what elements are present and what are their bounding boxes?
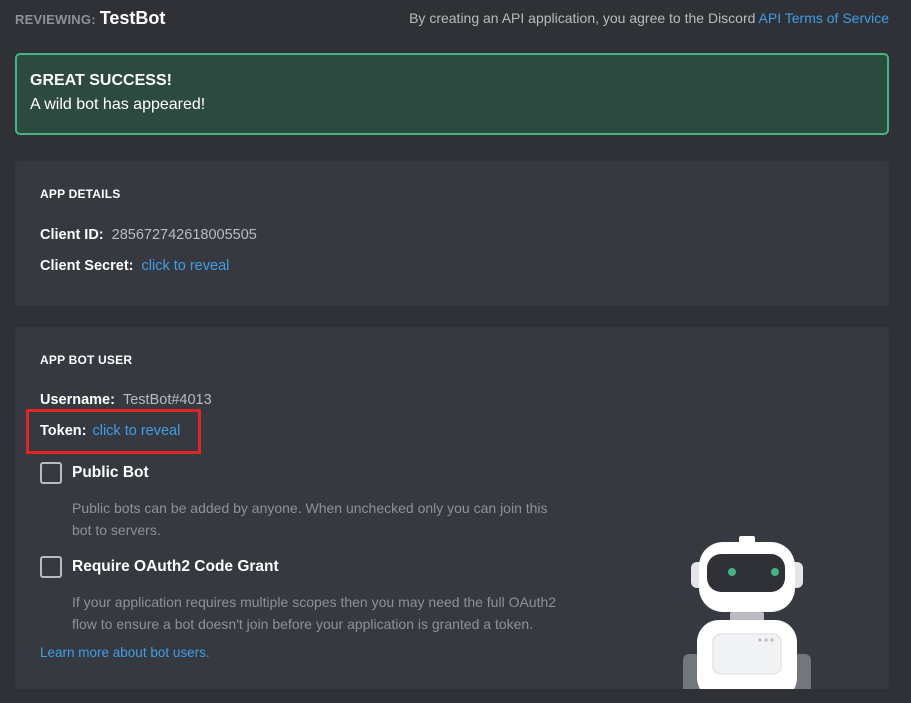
robot-chest-dot — [770, 638, 774, 642]
robot-chest-dot — [764, 638, 768, 642]
developer-portal-page: REVIEWING: TestBot By creating an API ap… — [0, 0, 911, 703]
app-details-card: APP DETAILS Client ID: 28567274261800550… — [15, 161, 889, 306]
app-bot-user-title: APP BOT USER — [40, 353, 133, 367]
terms-notice-text: By creating an API application, you agre… — [409, 10, 756, 26]
token-label: Token: — [40, 423, 87, 439]
public-bot-row: Public Bot — [40, 462, 149, 484]
header-title: REVIEWING: TestBot — [15, 8, 165, 29]
token-reveal-link[interactable]: click to reveal — [92, 423, 180, 439]
success-banner: GREAT SUCCESS! A wild bot has appeared! — [15, 53, 889, 135]
client-id-label: Client ID: — [40, 227, 104, 243]
oauth-code-grant-checkbox[interactable] — [40, 556, 62, 578]
page-header: REVIEWING: TestBot By creating an API ap… — [15, 0, 889, 36]
token-field: Token: click to reveal — [40, 423, 180, 439]
success-title: GREAT SUCCESS! — [30, 72, 172, 89]
public-bot-checkbox[interactable] — [40, 462, 62, 484]
client-secret-reveal-link[interactable]: click to reveal — [142, 258, 230, 274]
public-bot-label[interactable]: Public Bot — [72, 464, 149, 482]
client-id-field: Client ID: 285672742618005505 — [40, 227, 257, 243]
app-name: TestBot — [99, 7, 166, 28]
robot-right-eye — [771, 568, 779, 576]
app-details-title: APP DETAILS — [40, 187, 121, 201]
robot-illustration — [683, 536, 811, 689]
terms-of-service-link[interactable]: API Terms of Service — [759, 10, 889, 26]
reviewing-label: REVIEWING: — [15, 11, 96, 27]
client-secret-field: Client Secret: click to reveal — [40, 258, 229, 274]
success-message: A wild bot has appeared! — [30, 96, 206, 113]
app-bot-user-card: APP BOT USER Username: TestBot#4013 Toke… — [15, 327, 889, 689]
username-value: TestBot#4013 — [122, 392, 212, 408]
oauth-code-grant-label[interactable]: Require OAuth2 Code Grant — [72, 558, 279, 576]
username-field: Username: TestBot#4013 — [40, 392, 212, 408]
username-label: Username: — [40, 392, 115, 408]
learn-more-bot-users-link[interactable]: Learn more about bot users. — [40, 645, 210, 660]
terms-notice: By creating an API application, you agre… — [409, 10, 889, 26]
client-secret-label: Client Secret: — [40, 258, 134, 274]
client-id-value: 285672742618005505 — [111, 227, 257, 243]
oauth-code-grant-description: If your application requires multiple sc… — [72, 594, 557, 632]
robot-left-eye — [728, 568, 736, 576]
public-bot-description: Public bots can be added by anyone. When… — [72, 500, 548, 538]
robot-chest-dot — [758, 638, 762, 642]
oauth-code-grant-row: Require OAuth2 Code Grant — [40, 556, 279, 578]
